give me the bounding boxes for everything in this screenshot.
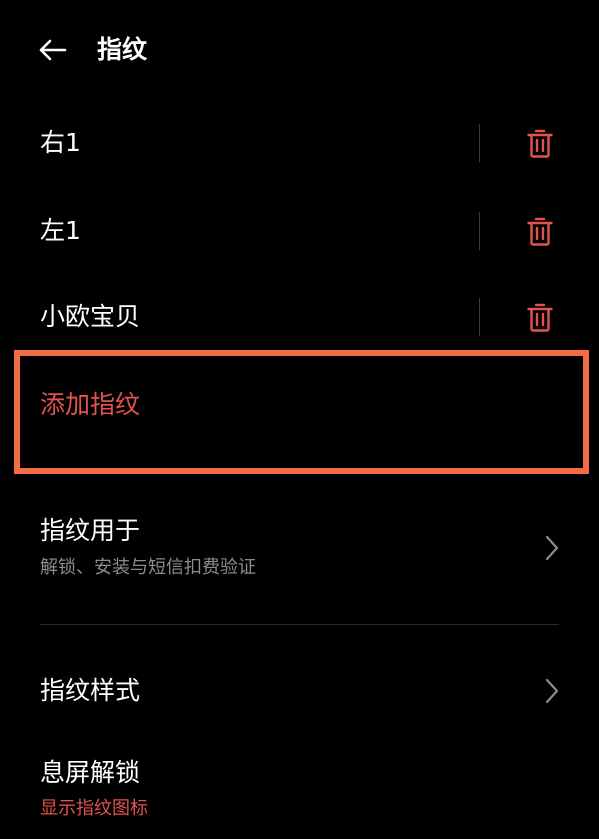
trash-icon <box>527 303 553 332</box>
chevron-right-icon <box>540 676 564 706</box>
fingerprint-item[interactable]: 左1 <box>0 188 599 274</box>
trash-icon <box>527 217 553 246</box>
item-divider <box>479 298 480 336</box>
screen-off-unlock-row[interactable]: 息屏解锁 显示指纹图标 <box>0 745 599 839</box>
delete-fingerprint-button[interactable] <box>520 211 560 251</box>
fingerprint-item[interactable]: 小欧宝贝 <box>0 274 599 360</box>
arrow-left-icon <box>39 39 67 61</box>
trash-icon <box>527 129 553 158</box>
section-divider <box>40 624 559 625</box>
fingerprint-name: 小欧宝贝 <box>40 302 141 331</box>
delete-fingerprint-button[interactable] <box>520 123 560 163</box>
page-title: 指纹 <box>97 35 148 64</box>
chevron-right-icon <box>540 533 564 563</box>
top-app-bar: 指纹 <box>0 0 599 100</box>
item-divider <box>479 212 480 250</box>
back-button[interactable] <box>32 30 72 70</box>
add-fingerprint-button[interactable]: 添加指纹 <box>0 362 599 450</box>
screen-off-unlock-title: 息屏解锁 <box>40 758 141 787</box>
fingerprint-style-row[interactable]: 指纹样式 <box>0 656 599 726</box>
delete-fingerprint-button[interactable] <box>520 297 560 337</box>
fingerprint-usage-row[interactable]: 指纹用于 解锁、安装与短信扣费验证 <box>0 500 599 600</box>
screen-off-unlock-subtitle: 显示指纹图标 <box>40 798 148 819</box>
fingerprint-style-title: 指纹样式 <box>40 676 141 705</box>
fingerprint-name: 左1 <box>40 216 81 245</box>
fingerprint-usage-title: 指纹用于 <box>40 516 141 545</box>
fingerprint-name: 右1 <box>40 128 81 157</box>
fingerprint-item[interactable]: 右1 <box>0 100 599 186</box>
fingerprint-usage-subtitle: 解锁、安装与短信扣费验证 <box>40 557 256 578</box>
item-divider <box>479 124 480 162</box>
add-fingerprint-label: 添加指纹 <box>40 390 141 419</box>
